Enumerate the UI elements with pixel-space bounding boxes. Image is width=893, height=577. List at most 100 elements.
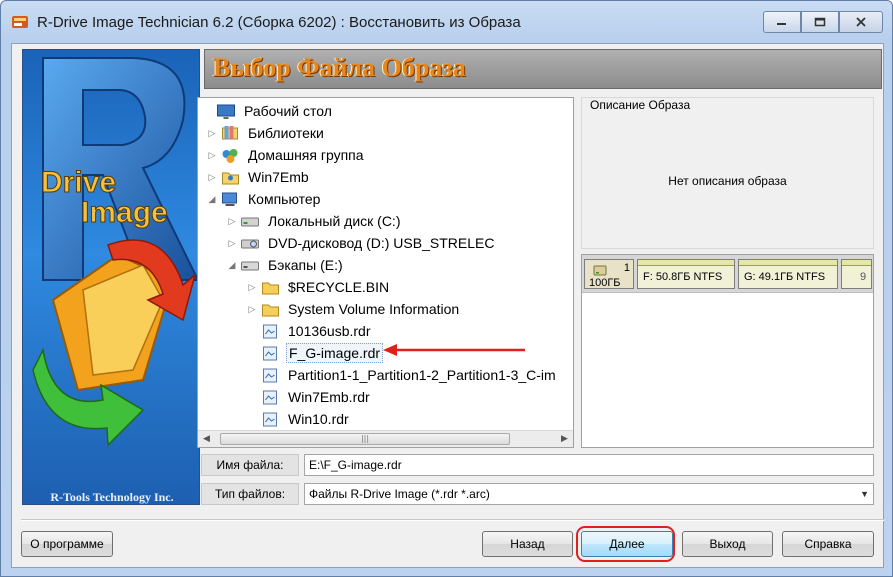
image-file-icon [263,412,277,427]
partition-usage-bar [842,260,871,266]
exit-button[interactable]: Выход [682,531,773,557]
description-title: Описание Образа [590,98,691,112]
tree-item[interactable]: ▷ Локальный диск (C:) [226,210,403,232]
expander-arrow-icon[interactable]: ▷ [246,282,258,293]
wizard-header: Выбор Файла Образа [204,49,882,89]
partition-usage-bar [638,260,734,266]
tree-item[interactable]: Partition1-1_Partition1-2_Partition1-3_C… [246,364,558,386]
r-drive-image-logo: Drive Image [32,57,199,447]
partition-label: F: 50.8ГБ NTFS [643,271,723,283]
tree-item[interactable]: ▷ $RECYCLE.BIN [246,276,391,298]
annotation-arrow [383,344,525,356]
application-window: R-Drive Image Technician 6.2 (Сборка 620… [0,0,893,577]
tree-item-label: Компьютер [248,191,321,207]
maximize-button[interactable] [801,11,839,33]
partition-cell-g[interactable]: G: 49.1ГБ NTFS [738,259,838,289]
disk-cell[interactable]: 1 100ГБ [584,259,634,289]
scroll-right-arrow-icon[interactable]: ▶ [556,431,573,447]
maximize-icon [814,17,826,27]
partition-cell-extra[interactable]: 9 [841,259,872,289]
file-type-label: Тип файлов: [201,483,299,505]
tree-item-label: Win10.rdr [288,411,349,427]
expander-arrow-icon[interactable]: ▷ [206,128,218,139]
tree-item-label: Бэкапы (E:) [268,257,343,273]
tree-item-label: Partition1-1_Partition1-2_Partition1-3_C… [288,367,556,383]
file-type-value: Файлы R-Drive Image (*.rdr *.arc) [309,487,490,501]
disk-number: 1 [623,262,630,274]
expander-arrow-icon[interactable]: ▷ [226,238,238,249]
tree-item-label: Домашняя группа [248,147,364,163]
tree-item[interactable]: Рабочий стол [202,100,334,122]
close-icon [856,17,866,27]
minimize-button[interactable] [763,11,801,33]
file-type-select[interactable]: Файлы R-Drive Image (*.rdr *.arc) ▼ [304,483,874,505]
scrollbar-thumb[interactable]: ||| [220,433,510,445]
company-name: R-Tools Technology Inc. [50,490,174,504]
file-name-input[interactable]: E:\F_G-image.rdr [304,454,874,476]
drive-icon [241,261,259,271]
horizontal-scrollbar[interactable]: ◀ ||| ▶ [198,430,573,447]
help-button[interactable]: Справка [782,531,874,557]
svg-text:Image: Image [81,196,168,229]
tree-item-label: Локальный диск (C:) [268,213,401,229]
tree-item-label: Win7Emb.rdr [288,389,370,405]
expander-arrow-icon[interactable]: ▷ [246,304,258,315]
page-title: Выбор Файла Образа [213,53,466,82]
window-title: R-Drive Image Technician 6.2 (Сборка 620… [37,14,521,31]
button-separator [21,519,884,521]
image-description-panel: Описание Образа Нет описания образа [581,97,874,249]
desktop-icon [217,104,235,119]
back-button[interactable]: Назад [482,531,573,557]
user-folder-icon [222,172,239,185]
file-tree[interactable]: Win10.rdr Win7Emb.rdr Partition1-1_Partiti… [197,97,574,448]
expander-arrow-icon[interactable]: ▷ [206,150,218,161]
tree-item[interactable]: 10136usb.rdr [246,320,373,342]
tree-item-label: Библиотеки [248,125,324,141]
tree-item[interactable]: ▷ Домашняя группа [206,144,366,166]
tree-item[interactable]: ▷ Win7Emb [206,166,311,188]
image-file-icon [263,324,277,339]
tree-item[interactable]: ▷ System Volume Information [246,298,461,320]
tree-item[interactable]: ▷ DVD-дисковод (D:) USB_STRELEC [226,232,496,254]
tree-item-label: Рабочий стол [244,103,332,119]
tree-item-label: DVD-дисковод (D:) USB_STRELEC [268,235,495,251]
partition-cell-f[interactable]: F: 50.8ГБ NTFS [637,259,735,289]
partition-label: G: 49.1ГБ NTFS [744,271,826,283]
expander-arrow-icon[interactable]: ◢ [206,194,218,205]
folder-icon [262,282,279,295]
minimize-icon [777,23,786,25]
tree-item[interactable]: F_G-image.rdr [246,342,384,364]
tree-item[interactable]: ▷ Библиотеки [206,122,326,144]
scroll-left-arrow-icon[interactable]: ◀ [198,431,215,447]
partition-label: 9 [860,271,867,283]
tree-item[interactable]: Win7Emb.rdr [246,386,372,408]
tree-item[interactable]: Win10.rdr [246,408,351,430]
partition-usage-bar [739,260,837,266]
tree-item[interactable]: ◢ Компьютер [206,188,322,210]
app-icon [12,16,28,28]
disk-strip: 1 100ГБ F: 50.8ГБ NTFS G: 49.1ГБ NTFS 9 [582,255,873,293]
close-button[interactable] [839,11,883,33]
hard-disk-icon [593,265,607,276]
svg-text:Drive: Drive [41,166,116,199]
tree-item-label: $RECYCLE.BIN [288,279,390,295]
tree-item-label: 10136usb.rdr [288,323,371,339]
computer-icon [222,192,237,206]
image-file-icon [263,390,277,405]
title-bar[interactable]: R-Drive Image Technician 6.2 (Сборка 620… [1,1,892,43]
description-text: Нет описания образа [668,174,787,188]
file-name-label: Имя файла: [201,454,299,476]
about-button[interactable]: О программе [21,531,113,557]
tree-item[interactable]: ◢ Бэкапы (E:) [226,254,345,276]
tree-item-label: F_G-image.rdr [286,343,384,363]
folder-icon [262,304,279,317]
dropdown-arrow-icon: ▼ [860,489,869,499]
image-file-icon [263,368,277,383]
expander-arrow-icon[interactable]: ▷ [206,172,218,183]
tree-item-label: System Volume Information [288,301,460,317]
tree-item-label: Win7Emb [248,169,309,185]
expander-arrow-icon[interactable]: ◢ [226,260,238,271]
product-banner: Drive Image R-Tools Technology Inc. [22,49,200,505]
file-name-value: E:\F_G-image.rdr [309,458,402,472]
expander-arrow-icon[interactable]: ▷ [226,216,238,227]
